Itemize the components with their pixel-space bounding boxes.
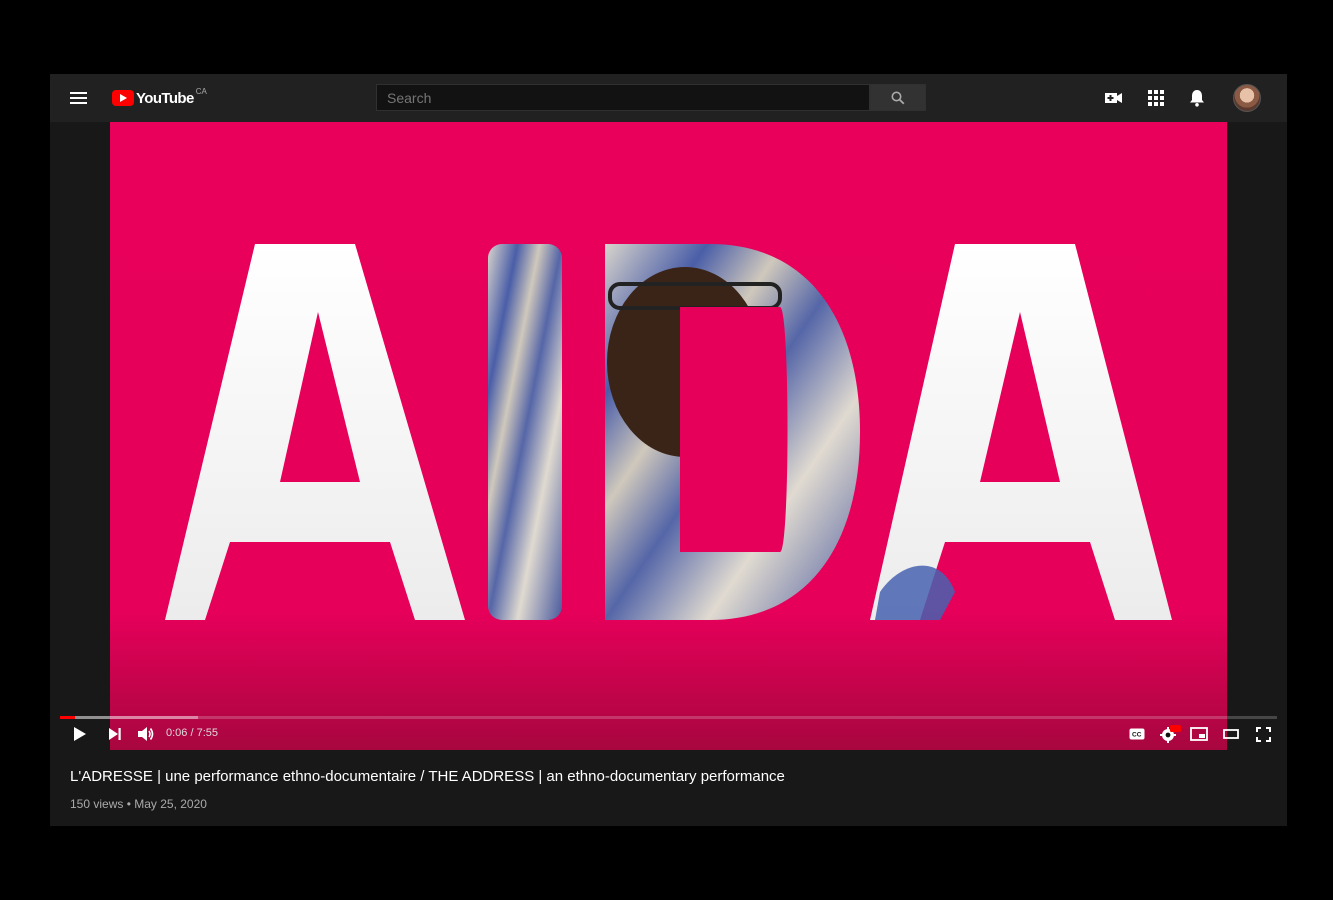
video-player[interactable] bbox=[110, 122, 1227, 750]
create-video-button[interactable] bbox=[1102, 86, 1126, 110]
letter-i-photo bbox=[488, 244, 562, 620]
youtube-window: YouTube CA Search 0:06 / 7:55 CC L'ADRES… bbox=[50, 74, 1287, 826]
apps-grid-icon bbox=[1148, 90, 1164, 106]
settings-button[interactable] bbox=[1158, 724, 1182, 744]
notifications-button[interactable] bbox=[1185, 86, 1209, 110]
create-video-icon bbox=[1105, 93, 1122, 103]
notifications-bell-icon bbox=[1190, 90, 1204, 107]
account-avatar[interactable] bbox=[1233, 84, 1261, 112]
buffered-bar bbox=[60, 716, 198, 719]
miniplayer-button[interactable] bbox=[1188, 724, 1210, 744]
region-label: CA bbox=[195, 86, 207, 96]
search-input[interactable] bbox=[376, 84, 870, 111]
apps-button[interactable] bbox=[1144, 86, 1168, 110]
video-meta: 150 views • May 25, 2020 bbox=[70, 797, 207, 811]
search-icon bbox=[891, 91, 905, 104]
miniplayer-icon bbox=[1190, 727, 1208, 741]
settings-hd-icon bbox=[1160, 725, 1181, 743]
captions-button[interactable]: CC bbox=[1127, 724, 1147, 744]
theater-mode-button[interactable] bbox=[1220, 724, 1242, 744]
search-button[interactable] bbox=[870, 84, 926, 111]
fullscreen-button[interactable] bbox=[1252, 724, 1274, 744]
youtube-logo[interactable]: YouTube CA bbox=[112, 86, 207, 108]
menu-icon[interactable] bbox=[70, 87, 92, 109]
masthead: YouTube CA bbox=[50, 74, 1287, 122]
next-icon bbox=[109, 728, 121, 740]
svg-text:CC: CC bbox=[1132, 732, 1142, 739]
theater-mode-icon bbox=[1223, 729, 1239, 739]
captions-icon: CC bbox=[1129, 728, 1145, 740]
video-title: L'ADRESSE | une performance ethno-docume… bbox=[70, 768, 785, 785]
volume-button[interactable] bbox=[136, 724, 156, 744]
time-display: 0:06 / 7:55 bbox=[166, 727, 218, 739]
aida-title-card bbox=[165, 244, 1172, 620]
next-button[interactable] bbox=[106, 724, 124, 744]
played-bar bbox=[60, 716, 76, 719]
progress-bar[interactable] bbox=[60, 716, 1277, 719]
logo-text: YouTube bbox=[136, 89, 194, 107]
play-button[interactable] bbox=[70, 724, 90, 744]
volume-icon bbox=[138, 727, 154, 741]
play-icon bbox=[74, 727, 86, 741]
youtube-play-icon bbox=[112, 90, 134, 106]
fullscreen-icon bbox=[1255, 726, 1271, 742]
